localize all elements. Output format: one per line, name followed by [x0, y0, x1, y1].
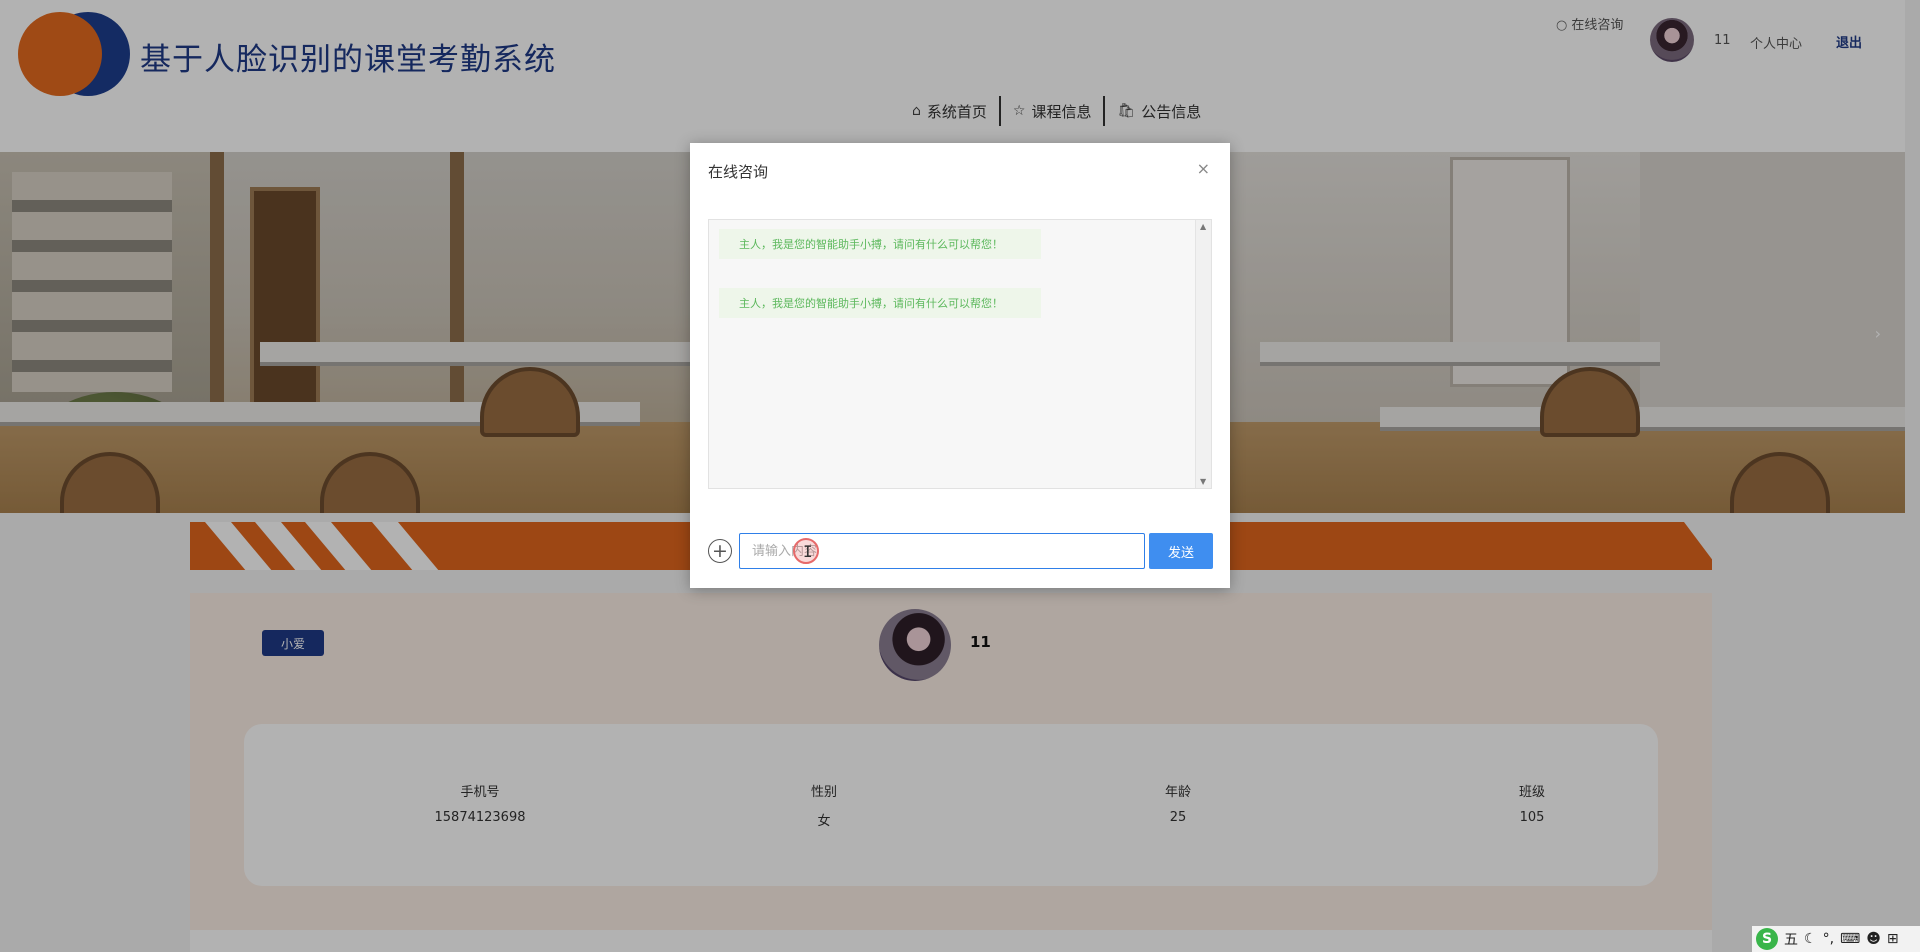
online-consult-dialog: 在线咨询 × 主人，我是您的智能助手小搏，请问有什么可以帮您！ 主人，我是您的智…: [690, 143, 1230, 588]
add-attachment-button[interactable]: +: [708, 539, 732, 563]
chat-message: 主人，我是您的智能助手小搏，请问有什么可以帮您！: [719, 229, 1041, 259]
punct-icon[interactable]: °,: [1823, 931, 1834, 947]
chat-history[interactable]: 主人，我是您的智能助手小搏，请问有什么可以帮您！ 主人，我是您的智能助手小搏，请…: [708, 219, 1212, 489]
chat-scrollbar[interactable]: ▲ ▼: [1195, 220, 1211, 488]
user-icon[interactable]: ☻: [1866, 931, 1881, 947]
text-cursor-icon: I: [803, 542, 813, 561]
send-button[interactable]: 发送: [1149, 533, 1213, 569]
ime-mode-label[interactable]: 五: [1784, 929, 1798, 949]
moon-icon[interactable]: ☾: [1804, 931, 1817, 947]
chat-message: 主人，我是您的智能助手小搏，请问有什么可以帮您！: [719, 288, 1041, 318]
keyboard-icon[interactable]: ⌨: [1840, 931, 1860, 947]
ime-tray: S 五 ☾ °, ⌨ ☻ ⊞: [1752, 926, 1920, 952]
dialog-title: 在线咨询: [708, 163, 769, 181]
sogou-ime-icon[interactable]: S: [1756, 928, 1778, 950]
scroll-down-icon[interactable]: ▼: [1200, 477, 1206, 486]
grid-icon[interactable]: ⊞: [1887, 931, 1899, 947]
close-icon[interactable]: ×: [1197, 159, 1210, 178]
scroll-up-icon[interactable]: ▲: [1200, 222, 1206, 231]
